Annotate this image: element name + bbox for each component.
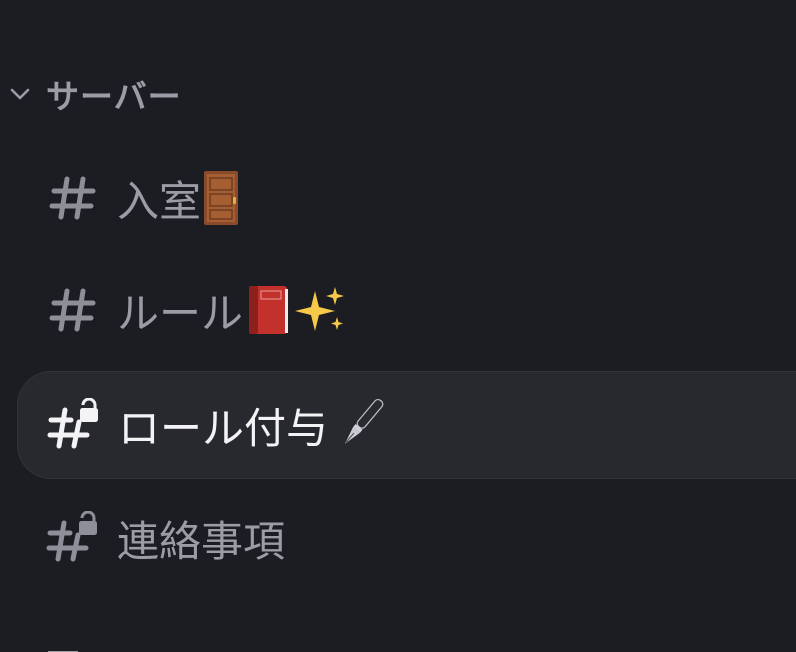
channel-name: ルール: [117, 288, 244, 338]
hash-icon: [41, 278, 105, 342]
hash-lock-icon: [41, 506, 105, 570]
category-label: サーバー: [46, 77, 182, 116]
fountain-pen-emoji: [330, 397, 390, 453]
channel-list-panel: サーバー 入室 ルール ロール付与 連絡事項: [0, 0, 796, 652]
hash-lock-icon: [42, 393, 106, 457]
sparkles-emoji: [293, 283, 347, 337]
channel-item-announcements[interactable]: 連絡事項: [17, 484, 796, 592]
channel-item-rules[interactable]: ルール: [17, 256, 796, 364]
channel-name: 入室: [117, 176, 202, 226]
hash-icon: [41, 166, 105, 230]
channel-item-entry[interactable]: 入室: [17, 144, 796, 252]
channel-name: 連絡事項: [117, 516, 286, 566]
channel-item-role-assign[interactable]: ロール付与: [17, 371, 796, 479]
door-emoji: [203, 170, 239, 226]
next-category-header-partial[interactable]: [44, 640, 84, 652]
channel-name: ロール付与: [118, 403, 329, 453]
red-book-emoji: [245, 283, 291, 337]
category-header[interactable]: サーバー: [0, 66, 182, 122]
chevron-down-icon: [0, 86, 40, 102]
